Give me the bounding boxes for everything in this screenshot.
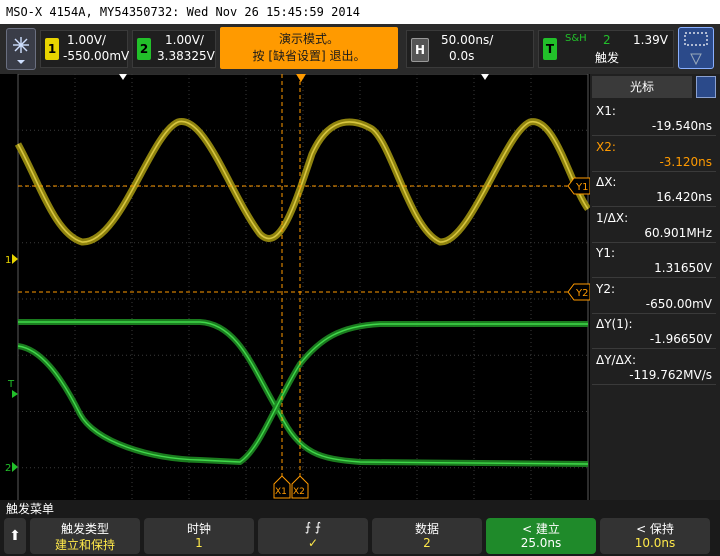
main-menu-button[interactable]	[6, 28, 36, 70]
softkey-label: < 建立	[522, 522, 560, 536]
horizontal-box[interactable]: H 50.00ns/ 0.0s	[406, 30, 534, 68]
cursor-readout-label: X1:	[596, 104, 616, 118]
softkey-2[interactable]: 时钟 1	[144, 518, 254, 554]
menu-title: 触发菜单	[0, 500, 720, 518]
svg-text:Y2: Y2	[575, 288, 588, 299]
cursor-readout-label: ΔX:	[596, 175, 617, 189]
cursor-readout-row: Y2: -650.00mV	[592, 280, 716, 314]
svg-text:T: T	[7, 379, 15, 390]
cursor-readout-label: 1/ΔX:	[596, 210, 629, 225]
cursor-readout-label: Y1:	[596, 246, 616, 260]
channel-1-box[interactable]: 1 1.00V/ -550.00mV	[40, 30, 130, 68]
waveform-canvas: Y1 Y2 X1 X2 1 T 2	[5, 74, 590, 524]
softkey-value: 10.0ns	[634, 536, 676, 550]
cursor-readout-label: Y2:	[596, 281, 616, 296]
horizontal-badge: H	[411, 38, 429, 62]
softkey-label: 触发类型	[60, 522, 109, 536]
cursor-readout-value: 16.420ns	[656, 190, 712, 204]
cursor-readout-row: X1: -19.540ns	[592, 102, 716, 136]
cursor-readout-row: ΔY(1): -1.96650V	[592, 315, 716, 349]
channel-2-badge: 2	[137, 38, 151, 60]
svg-text:Y1: Y1	[575, 182, 588, 193]
cursor-readout-label: ΔY(1):	[596, 317, 633, 331]
cursor-readout-value: -1.96650V	[649, 332, 712, 346]
softkey-label: 时钟	[186, 522, 211, 536]
banner-line-1: 演示模式。	[278, 32, 339, 46]
waveform-area[interactable]: Y1 Y2 X1 X2 1 T 2	[0, 74, 590, 524]
trigger-level: 1.39V	[633, 33, 668, 47]
window-title: MSO-X 4154A, MY54350732: Wed Nov 26 15:4…	[0, 0, 720, 24]
cursor-readout-value: 1.31650V	[654, 261, 712, 275]
svg-text:2: 2	[5, 463, 11, 474]
up-arrow-icon: ⬆	[9, 528, 21, 544]
softkey-label: 数据	[414, 522, 439, 536]
menu-up-button[interactable]: ⬆	[4, 518, 26, 554]
trigger-box[interactable]: T S&H 2 1.39V 触发	[538, 30, 674, 68]
trigger-badge: T	[543, 38, 557, 60]
softkey-4[interactable]: 数据 2	[372, 518, 482, 554]
softkey-label: < 保持	[636, 522, 674, 536]
trigger-mode: S&H	[565, 33, 587, 44]
channel-1-ground-marker: 1	[5, 254, 18, 266]
softkey-value: 2	[423, 536, 431, 550]
softkey-1[interactable]: 触发类型 建立和保持	[30, 518, 140, 554]
cursor-readout-row: ΔY/ΔX: -119.762MV/s	[592, 351, 716, 385]
cursor-readout-label: X2:	[596, 139, 616, 154]
list-icon[interactable]	[696, 76, 716, 98]
dropdown-arrow-icon	[17, 60, 25, 64]
cursor-panel-title: 光标	[629, 80, 654, 94]
channel-1-badge: 1	[45, 38, 59, 60]
channel-1-offset: -550.00mV	[63, 49, 130, 63]
cursor-readout-value: -19.540ns	[651, 119, 712, 133]
channel-2-offset: 3.38325V	[157, 49, 215, 63]
cursor-readout-row: X2: -3.120ns	[592, 138, 716, 172]
cursor-readout-value: 60.901MHz	[644, 225, 712, 240]
softkey-3[interactable]: ⨍ ⨍ ✓	[258, 518, 368, 554]
svg-text:X2: X2	[293, 487, 305, 497]
softkey-bar: ⬆ 触发类型 建立和保持 时钟 1 ⨍ ⨍ ✓ 数据 2 < 建立 25.0ns < 保持 10.0n…	[0, 518, 720, 556]
channel-2-scale: 1.00V/	[165, 33, 204, 47]
channel-2-box[interactable]: 2 1.00V/ 3.38325V	[132, 30, 216, 68]
cursor-readout-value: -3.120ns	[659, 154, 712, 169]
starburst-icon	[13, 37, 29, 64]
horizontal-scale: 50.00ns/	[441, 33, 494, 47]
demo-mode-banner: 演示模式。 按 [缺省设置] 退出。	[220, 27, 398, 69]
cursor-readout-row: Y1: 1.31650V	[592, 244, 716, 278]
trigger-level-marker: T	[7, 379, 18, 398]
zoom-box-icon	[684, 32, 708, 66]
softkey-6[interactable]: < 保持 10.0ns	[600, 518, 710, 554]
svg-text:1: 1	[5, 255, 11, 266]
horizontal-delay: 0.0s	[449, 49, 475, 63]
banner-line-2: 按 [缺省设置] 退出。	[252, 49, 366, 63]
softkey-value: 1	[195, 536, 203, 550]
cursor-panel-tab[interactable]: 光标	[592, 76, 692, 98]
cursor-readout-value: -650.00mV	[645, 296, 712, 311]
cursor-readout-label: ΔY/ΔX:	[596, 352, 637, 367]
softkey-value: 建立和保持	[54, 538, 115, 552]
softkey-label: ⨍ ⨍	[304, 520, 322, 534]
softkey-value: 25.0ns	[520, 536, 562, 550]
cursor-readout-value: -119.762MV/s	[629, 367, 712, 382]
softkey-value: ✓	[307, 536, 319, 550]
cursor-panel: 光标 X1: -19.540ns X2: -3.120ns ΔX: 16.420ns 1/Δ…	[590, 74, 720, 524]
trigger-source: 2	[603, 33, 611, 47]
cursor-readout-row: ΔX: 16.420ns	[592, 173, 716, 207]
touch-zoom-button[interactable]	[678, 27, 714, 69]
oscilloscope-screen: 1 1.00V/ -550.00mV 2 1.00V/ 3.38325V 演示模…	[0, 24, 720, 556]
svg-text:X1: X1	[275, 487, 287, 497]
channel-1-scale: 1.00V/	[67, 33, 106, 47]
channel-2-ground-marker: 2	[5, 462, 18, 474]
softkey-5[interactable]: < 建立 25.0ns	[486, 518, 596, 554]
trigger-name: 触发	[595, 51, 620, 65]
cursor-readout-row: 1/ΔX: 60.901MHz	[592, 209, 716, 243]
top-status-bar: 1 1.00V/ -550.00mV 2 1.00V/ 3.38325V 演示模…	[0, 24, 720, 74]
